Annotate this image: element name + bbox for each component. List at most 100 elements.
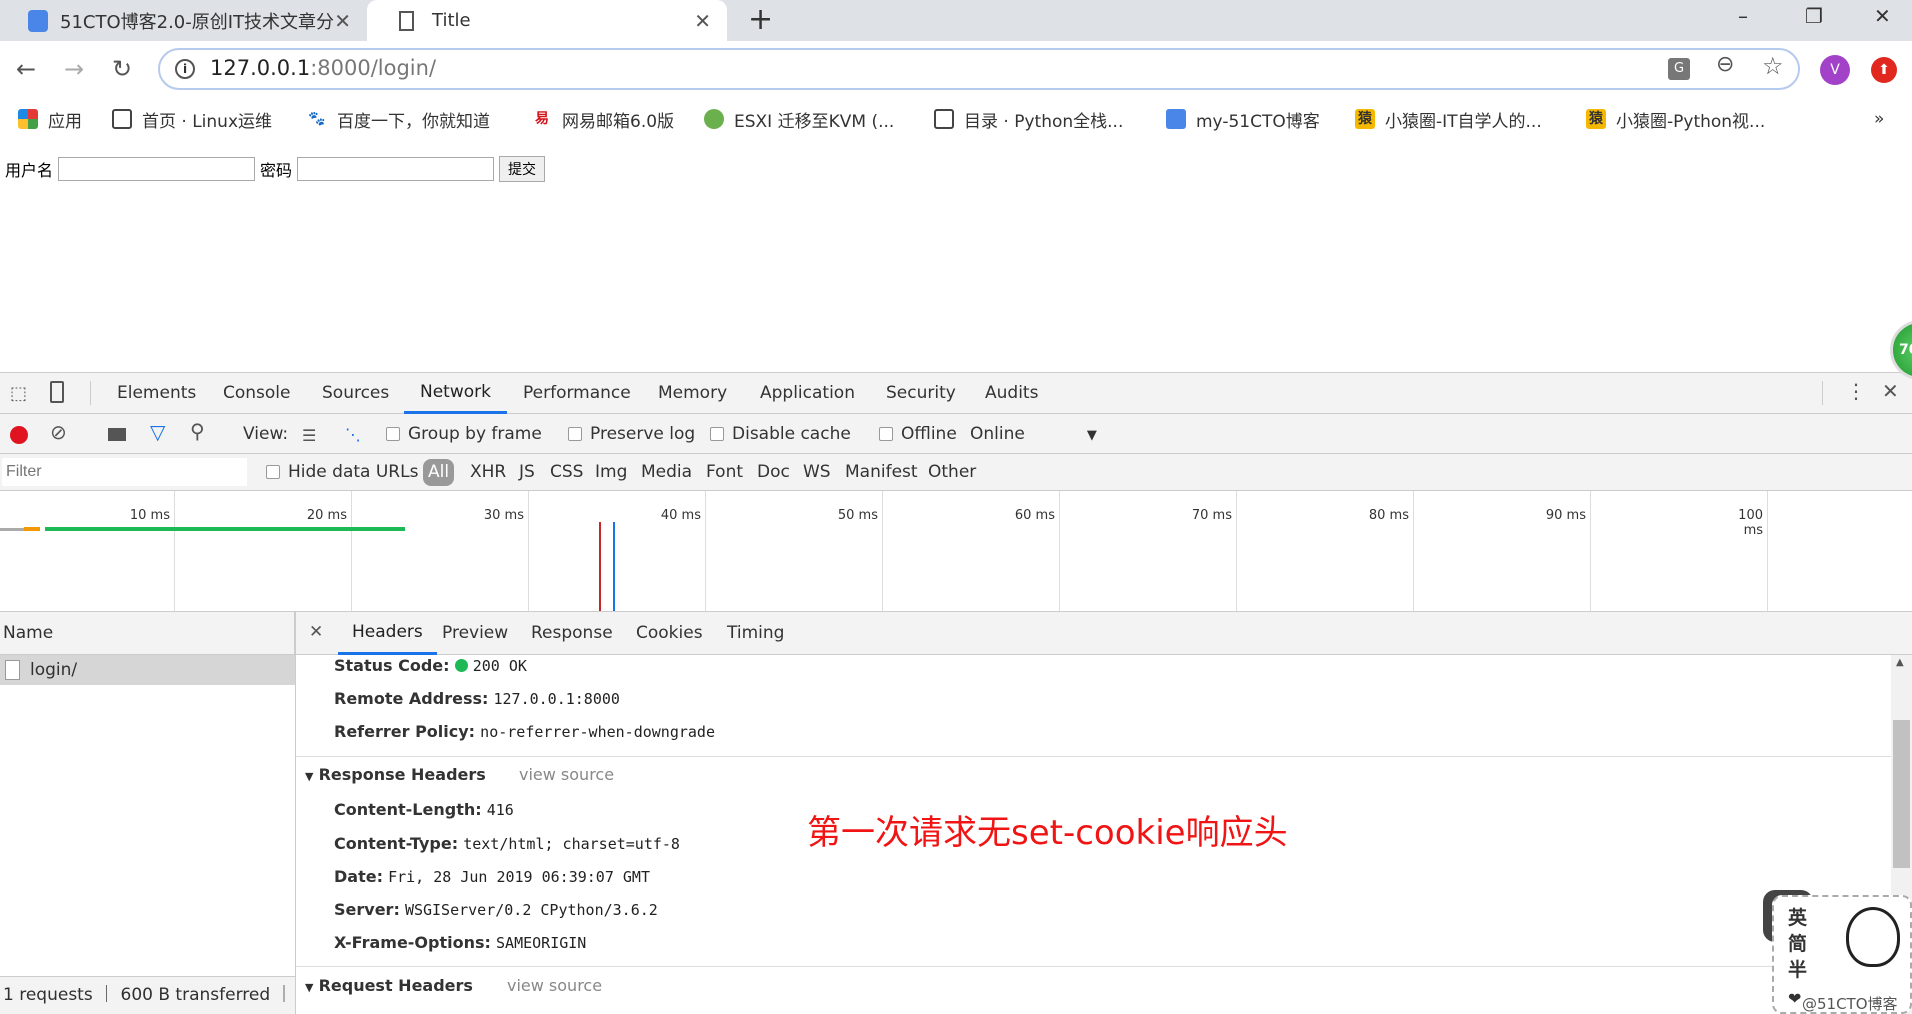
translate-icon[interactable]: G — [1668, 58, 1690, 80]
tab-security[interactable]: Security — [886, 373, 956, 414]
speed-badge[interactable]: 70 — [1890, 320, 1912, 380]
tab-sources[interactable]: Sources — [322, 373, 389, 414]
hide-data-urls-checkbox[interactable]: Hide data URLs — [266, 454, 418, 491]
inspect-element-icon[interactable]: ⬚ — [10, 383, 27, 404]
tab-response[interactable]: Response — [531, 612, 613, 655]
filter-css[interactable]: CSS — [550, 454, 583, 491]
request-headers-section[interactable]: ▼ Request Headers — [305, 976, 473, 995]
record-icon[interactable] — [10, 426, 28, 444]
tab-preview[interactable]: Preview — [442, 612, 508, 655]
tab-memory[interactable]: Memory — [658, 373, 727, 414]
star-icon[interactable]: ☆ — [1762, 52, 1784, 80]
tab-audits[interactable]: Audits — [985, 373, 1038, 414]
header-row: Content-Type: text/html; charset=utf-8 — [334, 834, 680, 853]
timeline-gridline — [1767, 491, 1768, 611]
ime-english-toggle[interactable]: 英 — [1788, 905, 1807, 931]
scrollbar-thumb[interactable] — [1893, 720, 1910, 868]
tab-elements[interactable]: Elements — [117, 373, 196, 414]
username-input[interactable] — [58, 157, 256, 181]
bookmark-apps[interactable]: 应用 — [18, 106, 82, 132]
filter-doc[interactable]: Doc — [757, 454, 790, 491]
request-row[interactable]: login/ — [0, 655, 295, 685]
heart-icon: ❤ — [1788, 989, 1802, 1008]
filter-media[interactable]: Media — [641, 454, 692, 491]
group-by-frame-checkbox[interactable]: Group by frame — [386, 414, 542, 454]
bookmark-item[interactable]: 目录 · Python全栈... — [934, 106, 1123, 132]
restore-button[interactable]: ❐ — [1805, 4, 1823, 28]
bookmark-item[interactable]: my-51CTO博客 — [1166, 106, 1320, 132]
zoom-out-icon[interactable]: ⊖ — [1716, 52, 1734, 77]
disable-cache-checkbox[interactable]: Disable cache — [710, 414, 851, 454]
back-button[interactable]: ← — [16, 55, 36, 83]
timeline-request-bar — [45, 527, 405, 531]
tab-timing[interactable]: Timing — [727, 612, 784, 655]
timeline-gridline — [1236, 491, 1237, 611]
profile-avatar[interactable]: V — [1820, 55, 1850, 85]
filter-other[interactable]: Other — [928, 454, 976, 491]
waterfall-icon[interactable]: ⋱ — [345, 425, 361, 444]
offline-checkbox[interactable]: Offline — [879, 414, 957, 454]
timeline-gridline — [882, 491, 883, 611]
close-tab-icon[interactable]: ✕ — [334, 9, 351, 33]
filter-font[interactable]: Font — [706, 454, 743, 491]
name-column-header[interactable]: Name — [0, 612, 295, 655]
browser-tab-active[interactable]: Title ✕ — [367, 0, 727, 41]
tab-strip: 51CTO博客2.0-原创IT技术文章分 ✕ Title ✕ + – ❐ ✕ — [0, 0, 1912, 41]
url-text[interactable]: 127.0.0.1:8000/login/ — [210, 56, 436, 80]
more-options-icon[interactable]: ⋮ — [1846, 379, 1866, 403]
tab-console[interactable]: Console — [223, 373, 291, 414]
chevron-down-icon: ▼ — [1086, 428, 1097, 443]
bookmark-item[interactable]: 猿小猿圈-IT自学人的... — [1355, 106, 1542, 132]
document-icon — [5, 660, 20, 680]
filter-xhr[interactable]: XHR — [470, 454, 506, 491]
tab-headers[interactable]: Headers — [338, 612, 437, 655]
filter-icon[interactable]: ▽ — [150, 420, 165, 444]
search-icon[interactable]: ⚲ — [190, 419, 205, 443]
apps-grid-icon — [18, 109, 38, 129]
tab-network[interactable]: Network — [404, 373, 507, 414]
close-window-button[interactable]: ✕ — [1874, 4, 1891, 28]
preserve-log-checkbox[interactable]: Preserve log — [568, 414, 695, 454]
extension-upload-icon[interactable]: ⬆ — [1871, 57, 1897, 83]
bookmarks-more-button[interactable]: » — [1874, 106, 1884, 132]
filter-ws[interactable]: WS — [803, 454, 831, 491]
filter-manifest[interactable]: Manifest — [845, 454, 918, 491]
browser-tab[interactable]: 51CTO博客2.0-原创IT技术文章分 ✕ — [0, 0, 367, 41]
screenshot-camera-icon[interactable] — [108, 428, 126, 441]
bookmark-item[interactable]: 首页 · Linux运维 — [112, 106, 272, 132]
large-rows-icon[interactable]: ☰ — [302, 426, 316, 445]
close-tab-icon[interactable]: ✕ — [694, 9, 711, 33]
throttling-select[interactable]: Online ▼ — [970, 414, 1097, 456]
filter-all[interactable]: All — [423, 459, 455, 486]
clear-icon[interactable]: ⊘ — [50, 420, 67, 444]
tab-cookies[interactable]: Cookies — [636, 612, 703, 655]
tab-application[interactable]: Application — [760, 373, 855, 414]
close-detail-icon[interactable]: ✕ — [309, 622, 323, 642]
info-icon[interactable]: i — [175, 59, 195, 79]
header-row: Server: WSGIServer/0.2 CPython/3.6.2 — [334, 900, 658, 919]
reload-button[interactable]: ↻ — [112, 55, 132, 83]
tab-performance[interactable]: Performance — [523, 373, 631, 414]
header-row: Date: Fri, 28 Jun 2019 06:39:07 GMT — [334, 867, 650, 886]
view-source-link[interactable]: view source — [519, 765, 614, 784]
filter-img[interactable]: Img — [595, 454, 627, 491]
response-headers-section[interactable]: ▼ Response Headers — [305, 765, 486, 784]
filter-input[interactable] — [2, 458, 247, 486]
timeline-connect-segment — [24, 527, 40, 531]
bookmark-item[interactable]: ESXI 迁移至KVM (... — [704, 106, 894, 132]
password-input[interactable] — [297, 157, 495, 181]
bookmark-item[interactable]: 猿小猿圈-Python视... — [1586, 106, 1765, 132]
minimize-button[interactable]: – — [1738, 4, 1748, 28]
bookmark-item[interactable]: 易网易邮箱6.0版 — [532, 106, 674, 132]
view-source-link[interactable]: view source — [507, 976, 602, 995]
bookmark-item[interactable]: 🐾 百度一下，你就知道 — [307, 106, 490, 132]
filter-js[interactable]: JS — [519, 454, 535, 491]
close-devtools-icon[interactable]: ✕ — [1882, 379, 1899, 403]
forward-button[interactable]: → — [64, 55, 84, 83]
ime-halfwidth-toggle[interactable]: 半 — [1788, 957, 1807, 983]
submit-button[interactable]: 提交 — [499, 156, 546, 182]
device-toolbar-icon[interactable] — [50, 381, 64, 403]
ime-simplified-toggle[interactable]: 简 — [1788, 931, 1807, 957]
new-tab-button[interactable]: + — [748, 2, 773, 37]
timeline-gridline — [705, 491, 706, 611]
